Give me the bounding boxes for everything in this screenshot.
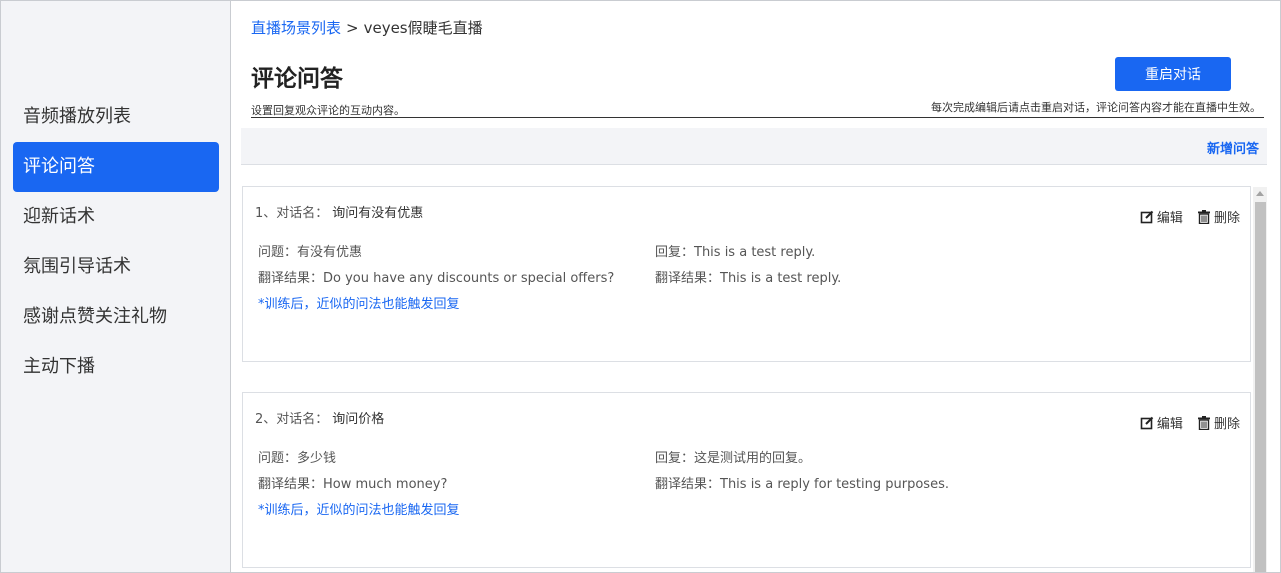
qa-dialog-name: 询问有没有优惠 bbox=[332, 206, 424, 221]
sidebar-item-thanks-gifts[interactable]: 感谢点赞关注礼物 bbox=[13, 292, 219, 342]
edit-label: 编辑 bbox=[1156, 417, 1183, 432]
delete-label: 删除 bbox=[1213, 417, 1240, 432]
page-subtitle: 设置回复观众评论的互动内容。 bbox=[251, 104, 405, 117]
qa-index-label: 2、对话名： bbox=[255, 412, 329, 427]
restart-hint: 每次完成编辑后请点击重启对话，评论问答内容才能在直播中生效。 bbox=[931, 101, 1261, 114]
page-title: 评论问答 bbox=[251, 66, 343, 92]
qa-train-note: *训练后，近似的问法也能触发回复 bbox=[258, 297, 460, 312]
restart-dialog-button[interactable]: 重启对话 bbox=[1115, 57, 1231, 91]
qa-reply-translation: 翻译结果：This is a test reply. bbox=[655, 271, 842, 286]
app-window: 音频播放列表 评论问答 迎新话术 氛围引导话术 感谢点赞关注礼物 主动下播 直播… bbox=[0, 0, 1281, 573]
main-content: 直播场景列表 > veyes假睫毛直播 评论问答 重启对话 设置回复观众评论的互动内… bbox=[232, 1, 1280, 572]
qa-card-header: 2、对话名： 询问价格 bbox=[255, 408, 384, 427]
qa-card-actions: 编辑 删除 bbox=[1130, 413, 1240, 434]
edit-button[interactable]: 编辑 bbox=[1140, 413, 1183, 432]
scroll-up-arrow[interactable] bbox=[1256, 191, 1264, 196]
qa-index-label: 1、对话名： bbox=[255, 206, 329, 221]
qa-card-actions: 编辑 删除 bbox=[1130, 207, 1240, 228]
breadcrumb-separator: > bbox=[346, 19, 359, 37]
trash-icon bbox=[1197, 209, 1210, 224]
edit-icon bbox=[1140, 210, 1154, 223]
breadcrumb-current: veyes假睫毛直播 bbox=[363, 19, 483, 37]
qa-reply-translation: 翻译结果：This is a reply for testing purpose… bbox=[655, 477, 949, 492]
trash-icon bbox=[1197, 415, 1210, 430]
breadcrumb: 直播场景列表 > veyes假睫毛直播 bbox=[251, 17, 483, 38]
edit-button[interactable]: 编辑 bbox=[1140, 207, 1183, 226]
sidebar: 音频播放列表 评论问答 迎新话术 氛围引导话术 感谢点赞关注礼物 主动下播 bbox=[1, 1, 231, 572]
delete-button[interactable]: 删除 bbox=[1197, 413, 1240, 432]
sidebar-item-welcome-script[interactable]: 迎新话术 bbox=[13, 192, 219, 242]
edit-icon bbox=[1140, 416, 1154, 429]
edit-label: 编辑 bbox=[1156, 211, 1183, 226]
delete-button[interactable]: 删除 bbox=[1197, 207, 1240, 226]
qa-list: 1、对话名： 询问有没有优惠 编辑 删除 问题：有没有优惠 回复：This is… bbox=[241, 185, 1267, 572]
sidebar-item-atmosphere-script[interactable]: 氛围引导话术 bbox=[13, 242, 219, 292]
sidebar-item-end-stream[interactable]: 主动下播 bbox=[13, 342, 219, 392]
qa-question: 问题：有没有优惠 bbox=[258, 245, 363, 260]
qa-card: 1、对话名： 询问有没有优惠 编辑 删除 问题：有没有优惠 回复：This is… bbox=[242, 186, 1251, 362]
qa-toolbar: 新增问答 bbox=[241, 128, 1267, 165]
qa-question-translation: 翻译结果：Do you have any discounts or specia… bbox=[258, 271, 615, 286]
qa-dialog-name: 询问价格 bbox=[332, 412, 385, 427]
qa-reply: 回复：这是测试用的回复。 bbox=[655, 451, 812, 466]
sidebar-item-comment-qa[interactable]: 评论问答 bbox=[13, 142, 219, 192]
qa-card-header: 1、对话名： 询问有没有优惠 bbox=[255, 202, 423, 221]
scrollbar-thumb[interactable] bbox=[1255, 202, 1266, 572]
qa-train-note: *训练后，近似的问法也能触发回复 bbox=[258, 503, 460, 518]
qa-question-translation: 翻译结果：How much money? bbox=[258, 477, 448, 492]
qa-question: 问题：多少钱 bbox=[258, 451, 337, 466]
breadcrumb-root-link[interactable]: 直播场景列表 bbox=[251, 19, 341, 37]
sidebar-item-audio-playlist[interactable]: 音频播放列表 bbox=[13, 92, 219, 142]
qa-card: 2、对话名： 询问价格 编辑 删除 问题：多少钱 回复：这是测试用的回复。 翻译… bbox=[242, 392, 1251, 568]
title-divider bbox=[251, 117, 1264, 118]
delete-label: 删除 bbox=[1213, 211, 1240, 226]
qa-reply: 回复：This is a test reply. bbox=[655, 245, 816, 260]
add-qa-button[interactable]: 新增问答 bbox=[1207, 138, 1259, 157]
qa-list-scrollbar[interactable] bbox=[1253, 187, 1267, 572]
sidebar-nav: 音频播放列表 评论问答 迎新话术 氛围引导话术 感谢点赞关注礼物 主动下播 bbox=[13, 92, 219, 392]
